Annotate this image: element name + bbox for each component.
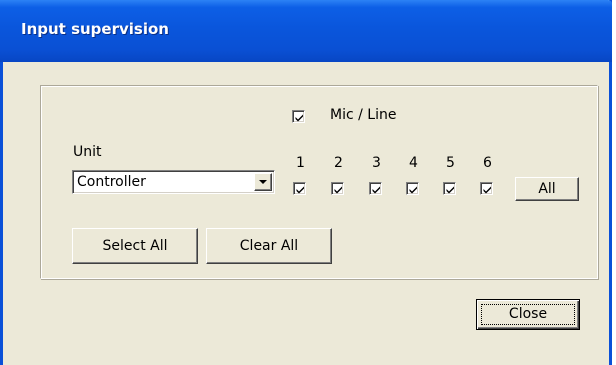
unit-label: Unit bbox=[73, 144, 102, 160]
select-all-button[interactable]: Select All bbox=[72, 228, 198, 264]
channel-4-label: 4 bbox=[409, 155, 418, 171]
channel-3-label: 3 bbox=[372, 155, 381, 171]
checkmark-icon bbox=[296, 186, 304, 194]
close-button[interactable]: Close bbox=[476, 299, 580, 330]
unit-select[interactable]: Controller bbox=[72, 170, 275, 194]
window-title: Input supervision bbox=[21, 20, 169, 38]
clear-all-label: Clear All bbox=[239, 238, 299, 254]
clear-all-button[interactable]: Clear All bbox=[206, 228, 332, 264]
all-button-label: All bbox=[538, 181, 556, 197]
channel-1-label: 1 bbox=[296, 155, 305, 171]
channel-6-checkbox[interactable] bbox=[480, 182, 493, 195]
title-bar[interactable]: Input supervision bbox=[0, 0, 612, 62]
checkmark-icon bbox=[372, 186, 380, 194]
unit-select-value: Controller bbox=[77, 174, 146, 190]
channel-3-checkbox[interactable] bbox=[369, 182, 382, 195]
checkmark-icon bbox=[446, 186, 454, 194]
mic-line-checkbox[interactable] bbox=[292, 110, 305, 123]
select-all-label: Select All bbox=[102, 238, 168, 254]
channel-2-label: 2 bbox=[334, 155, 343, 171]
checkmark-icon bbox=[334, 186, 342, 194]
channel-1-checkbox[interactable] bbox=[293, 182, 306, 195]
checkmark-icon bbox=[483, 186, 491, 194]
channel-6-label: 6 bbox=[483, 155, 492, 171]
channel-2-checkbox[interactable] bbox=[331, 182, 344, 195]
channel-5-checkbox[interactable] bbox=[443, 182, 456, 195]
unit-dropdown-button[interactable] bbox=[254, 173, 272, 191]
checkmark-icon bbox=[409, 186, 417, 194]
chevron-down-icon bbox=[259, 180, 267, 184]
mic-line-label: Mic / Line bbox=[330, 107, 397, 123]
channel-4-checkbox[interactable] bbox=[406, 182, 419, 195]
channel-5-label: 5 bbox=[446, 155, 455, 171]
checkmark-icon bbox=[295, 114, 303, 122]
close-button-label: Close bbox=[508, 306, 548, 322]
all-button[interactable]: All bbox=[515, 177, 579, 201]
input-supervision-dialog: Input supervision Mic / Line Unit Contro… bbox=[0, 0, 612, 365]
